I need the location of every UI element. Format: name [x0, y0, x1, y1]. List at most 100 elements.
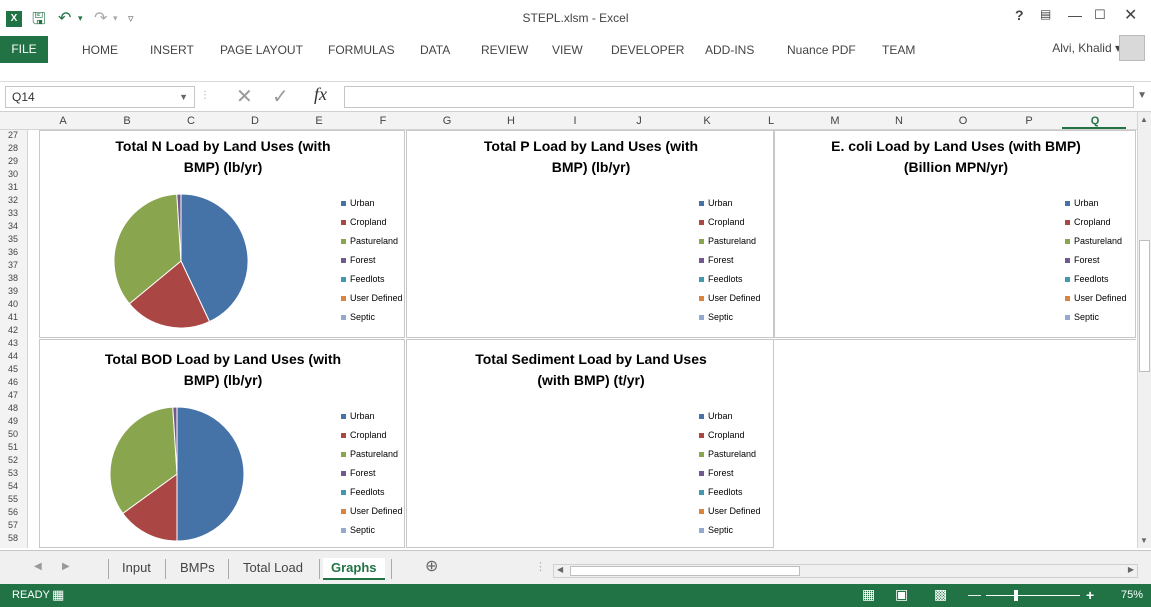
- column-header-i[interactable]: I: [568, 115, 582, 127]
- row-header-57[interactable]: 57: [0, 520, 24, 530]
- column-header-l[interactable]: L: [764, 115, 778, 127]
- zoom-slider-thumb[interactable]: [1014, 590, 1018, 601]
- minimize-icon[interactable]: —: [1068, 7, 1082, 23]
- horizontal-scrollbar[interactable]: ◀ ▶: [553, 564, 1138, 578]
- formula-input[interactable]: [344, 86, 1134, 108]
- tab-add-ins[interactable]: ADD-INS: [705, 43, 754, 57]
- zoom-level[interactable]: 75%: [1121, 589, 1143, 601]
- tab-data[interactable]: DATA: [420, 43, 450, 57]
- column-header-g[interactable]: G: [440, 115, 454, 127]
- row-header-51[interactable]: 51: [0, 442, 24, 452]
- row-header-28[interactable]: 28: [0, 143, 24, 153]
- zoom-out-icon[interactable]: —: [968, 587, 981, 602]
- row-header-27[interactable]: 27: [0, 130, 24, 140]
- page-layout-view-icon[interactable]: ▣: [895, 586, 908, 603]
- pie-slice-urban[interactable]: [176, 406, 245, 542]
- row-header-31[interactable]: 31: [0, 182, 24, 192]
- sheet-tab-input[interactable]: Input: [114, 558, 159, 580]
- row-header-45[interactable]: 45: [0, 364, 24, 374]
- column-header-d[interactable]: D: [248, 115, 262, 127]
- scroll-up-icon[interactable]: ▲: [1140, 115, 1148, 124]
- row-header-49[interactable]: 49: [0, 416, 24, 426]
- chart-5[interactable]: Total Sediment Load by Land Uses (with BM…: [406, 339, 774, 548]
- scroll-down-icon[interactable]: ▼: [1140, 536, 1148, 545]
- help-icon[interactable]: ?: [1015, 7, 1024, 23]
- macro-record-icon[interactable]: ▦: [52, 587, 64, 603]
- row-header-42[interactable]: 42: [0, 325, 24, 335]
- chart-2[interactable]: Total P Load by Land Uses (with BMP) (lb/…: [406, 130, 774, 338]
- row-header-41[interactable]: 41: [0, 312, 24, 322]
- chart-3[interactable]: E. coli Load by Land Uses (with BMP) (Bil…: [774, 130, 1136, 338]
- column-header-a[interactable]: A: [56, 115, 70, 127]
- insert-function-icon[interactable]: fx: [314, 84, 327, 105]
- close-icon[interactable]: ✕: [1124, 5, 1137, 25]
- row-header-43[interactable]: 43: [0, 338, 24, 348]
- enter-icon[interactable]: ✓: [272, 84, 289, 109]
- row-header-55[interactable]: 55: [0, 494, 24, 504]
- scroll-right-icon[interactable]: ▶: [1128, 565, 1134, 574]
- column-header-k[interactable]: K: [700, 115, 714, 127]
- avatar[interactable]: [1119, 35, 1145, 61]
- row-header-34[interactable]: 34: [0, 221, 24, 231]
- chevron-down-icon[interactable]: ▼: [179, 87, 188, 107]
- prev-sheet-icon[interactable]: ◀: [34, 561, 42, 572]
- horizontal-scroll-thumb[interactable]: [570, 566, 800, 576]
- vertical-scrollbar[interactable]: ▲ ▼: [1137, 112, 1151, 548]
- worksheet-grid[interactable]: Total N Load by Land Uses (with BMP) (lb/…: [28, 130, 1136, 548]
- sheet-tab-bmps[interactable]: BMPs: [172, 558, 223, 580]
- row-header-38[interactable]: 38: [0, 273, 24, 283]
- row-header-40[interactable]: 40: [0, 299, 24, 309]
- tab-insert[interactable]: INSERT: [150, 43, 194, 57]
- add-sheet-icon[interactable]: ⊕: [425, 556, 438, 576]
- column-header-m[interactable]: M: [828, 115, 842, 127]
- tab-formulas[interactable]: FORMULAS: [328, 43, 395, 57]
- expand-formula-icon[interactable]: ▼: [1137, 90, 1147, 101]
- scroll-left-icon[interactable]: ◀: [557, 565, 563, 574]
- row-header-46[interactable]: 46: [0, 377, 24, 387]
- sheet-tab-graphs[interactable]: Graphs: [323, 558, 385, 580]
- cancel-icon[interactable]: ✕: [236, 84, 253, 109]
- tab-page-layout[interactable]: PAGE LAYOUT: [220, 43, 303, 57]
- chart-1[interactable]: Total N Load by Land Uses (with BMP) (lb/…: [39, 130, 405, 338]
- row-header-44[interactable]: 44: [0, 351, 24, 361]
- page-break-view-icon[interactable]: ▩: [934, 586, 947, 603]
- zoom-in-icon[interactable]: +: [1086, 587, 1094, 603]
- maximize-icon[interactable]: ☐: [1094, 7, 1106, 23]
- vertical-scroll-thumb[interactable]: [1139, 240, 1150, 372]
- tab-home[interactable]: HOME: [82, 43, 118, 57]
- normal-view-icon[interactable]: ▦: [862, 586, 875, 603]
- tab-review[interactable]: REVIEW: [481, 43, 528, 57]
- name-box[interactable]: Q14 ▼: [5, 86, 195, 108]
- column-header-h[interactable]: H: [504, 115, 518, 127]
- tab-team[interactable]: TEAM: [882, 43, 915, 57]
- tab-nuance-pdf[interactable]: Nuance PDF: [787, 43, 856, 57]
- row-header-52[interactable]: 52: [0, 455, 24, 465]
- zoom-slider-track[interactable]: [986, 595, 1080, 596]
- empty-cell-area[interactable]: [774, 339, 1136, 548]
- column-header-q[interactable]: Q: [1088, 115, 1102, 127]
- row-header-36[interactable]: 36: [0, 247, 24, 257]
- row-header-33[interactable]: 33: [0, 208, 24, 218]
- row-header-53[interactable]: 53: [0, 468, 24, 478]
- chart-4[interactable]: Total BOD Load by Land Uses (with BMP) (l…: [39, 339, 405, 548]
- row-header-37[interactable]: 37: [0, 260, 24, 270]
- column-header-c[interactable]: C: [184, 115, 198, 127]
- row-header-50[interactable]: 50: [0, 429, 24, 439]
- row-header-32[interactable]: 32: [0, 195, 24, 205]
- column-header-o[interactable]: O: [956, 115, 970, 127]
- row-header-47[interactable]: 47: [0, 390, 24, 400]
- row-header-48[interactable]: 48: [0, 403, 24, 413]
- user-name[interactable]: Alvi, Khalid ▾: [1052, 41, 1121, 55]
- next-sheet-icon[interactable]: ▶: [62, 561, 70, 572]
- row-header-35[interactable]: 35: [0, 234, 24, 244]
- row-header-58[interactable]: 58: [0, 533, 24, 543]
- file-tab[interactable]: FILE: [0, 36, 48, 63]
- column-header-e[interactable]: E: [312, 115, 326, 127]
- row-header-30[interactable]: 30: [0, 169, 24, 179]
- row-header-56[interactable]: 56: [0, 507, 24, 517]
- column-header-p[interactable]: P: [1022, 115, 1036, 127]
- row-header-39[interactable]: 39: [0, 286, 24, 296]
- tab-view[interactable]: VIEW: [552, 43, 583, 57]
- column-header-n[interactable]: N: [892, 115, 906, 127]
- row-header-29[interactable]: 29: [0, 156, 24, 166]
